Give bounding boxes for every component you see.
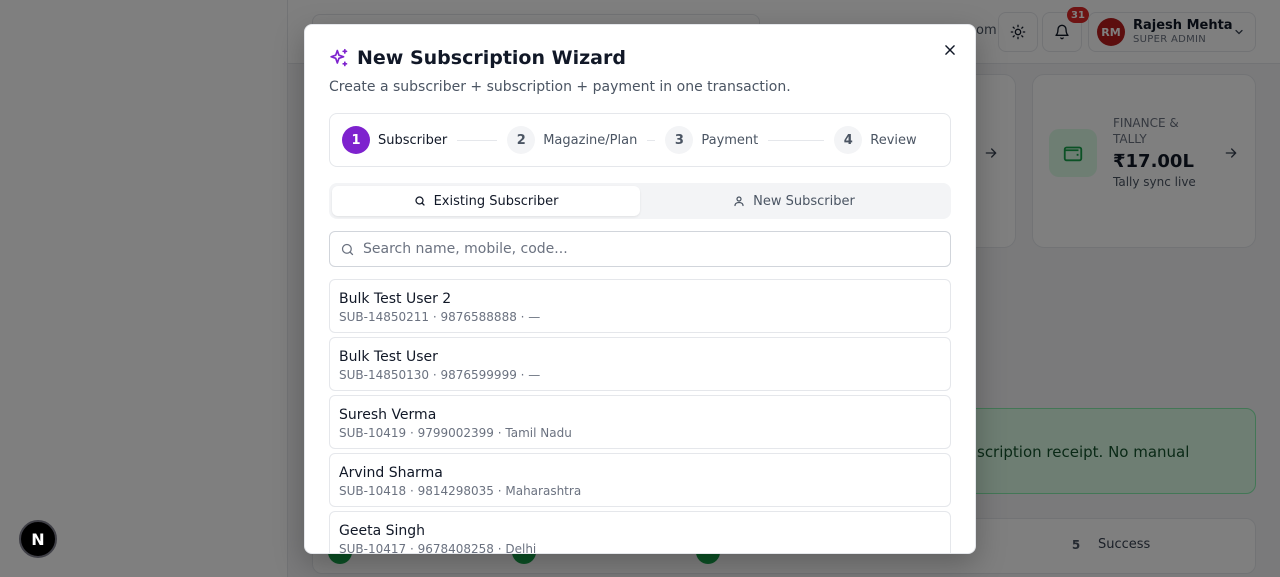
step-number: 3 — [665, 126, 694, 154]
dev-tools-badge[interactable]: N — [19, 520, 57, 558]
list-item[interactable]: Bulk Test User 2 SUB-14850211 · 98765888… — [329, 279, 951, 333]
subscriber-list: Bulk Test User 2 SUB-14850211 · 98765888… — [329, 279, 951, 554]
subscriber-name: Geeta Singh — [339, 523, 426, 539]
subscriber-meta: SUB-10417 · 9678408258 · Delhi — [339, 542, 537, 554]
step-number: 2 — [507, 126, 536, 154]
tab-existing-subscriber[interactable]: Existing Subscriber — [332, 186, 640, 216]
step-subscriber[interactable]: 1 Subscriber — [342, 126, 447, 154]
subscriber-search — [329, 231, 951, 267]
step-label: Subscriber — [378, 132, 448, 148]
user-icon — [734, 196, 744, 207]
close-button[interactable] — [941, 41, 959, 59]
subscriber-meta: SUB-10419 · 9799002399 · Tamil Nadu — [339, 426, 572, 440]
wizard-stepper: 1 Subscriber 2 Magazine/Plan 3 Payment 4… — [329, 113, 951, 167]
list-item[interactable]: Bulk Test User SUB-14850130 · 9876599999… — [329, 337, 951, 391]
list-item[interactable]: Suresh Verma SUB-10419 · 9799002399 · Ta… — [329, 395, 951, 449]
step-connector — [768, 139, 825, 141]
step-number: 1 — [342, 126, 370, 154]
tab-label: Existing Subscriber — [433, 193, 559, 209]
subscriber-meta: SUB-14850130 · 9876599999 · — — [339, 368, 541, 382]
tab-label: New Subscriber — [753, 193, 855, 209]
search-icon — [414, 196, 425, 206]
step-label: Review — [870, 132, 917, 148]
list-item[interactable]: Arvind Sharma SUB-10418 · 9814298035 · M… — [329, 453, 951, 507]
search-icon — [341, 243, 354, 255]
step-label: Payment — [701, 132, 759, 148]
subscriber-mode-tabs: Existing Subscriber New Subscriber — [329, 183, 951, 219]
step-number: 4 — [834, 126, 863, 154]
step-payment[interactable]: 3 Payment — [665, 126, 758, 154]
modal-title: New Subscription Wizard — [357, 47, 626, 69]
modal-header: New Subscription Wizard — [329, 47, 626, 69]
list-item[interactable]: Geeta Singh SUB-10417 · 9678408258 · Del… — [329, 511, 951, 554]
subscriber-meta: SUB-14850211 · 9876588888 · — — [339, 310, 541, 324]
close-icon — [945, 45, 955, 55]
subscriber-name: Suresh Verma — [339, 407, 437, 423]
subscriber-meta: SUB-10418 · 9814298035 · Maharashtra — [339, 484, 582, 498]
step-connector — [647, 139, 656, 141]
step-connector — [457, 139, 498, 141]
step-magazine-plan[interactable]: 2 Magazine/Plan — [507, 126, 637, 154]
search-input[interactable] — [363, 241, 923, 257]
modal-description: Create a subscriber + subscription + pay… — [329, 79, 791, 95]
subscriber-name: Bulk Test User 2 — [339, 291, 452, 307]
tab-new-subscriber[interactable]: New Subscriber — [640, 186, 948, 216]
step-review[interactable]: 4 Review — [834, 126, 917, 154]
subscriber-name: Bulk Test User — [339, 349, 438, 365]
subscription-wizard-modal: New Subscription Wizard Create a subscri… — [304, 24, 976, 554]
step-label: Magazine/Plan — [543, 132, 638, 148]
subscriber-name: Arvind Sharma — [339, 465, 443, 481]
sparkles-icon — [330, 48, 348, 67]
